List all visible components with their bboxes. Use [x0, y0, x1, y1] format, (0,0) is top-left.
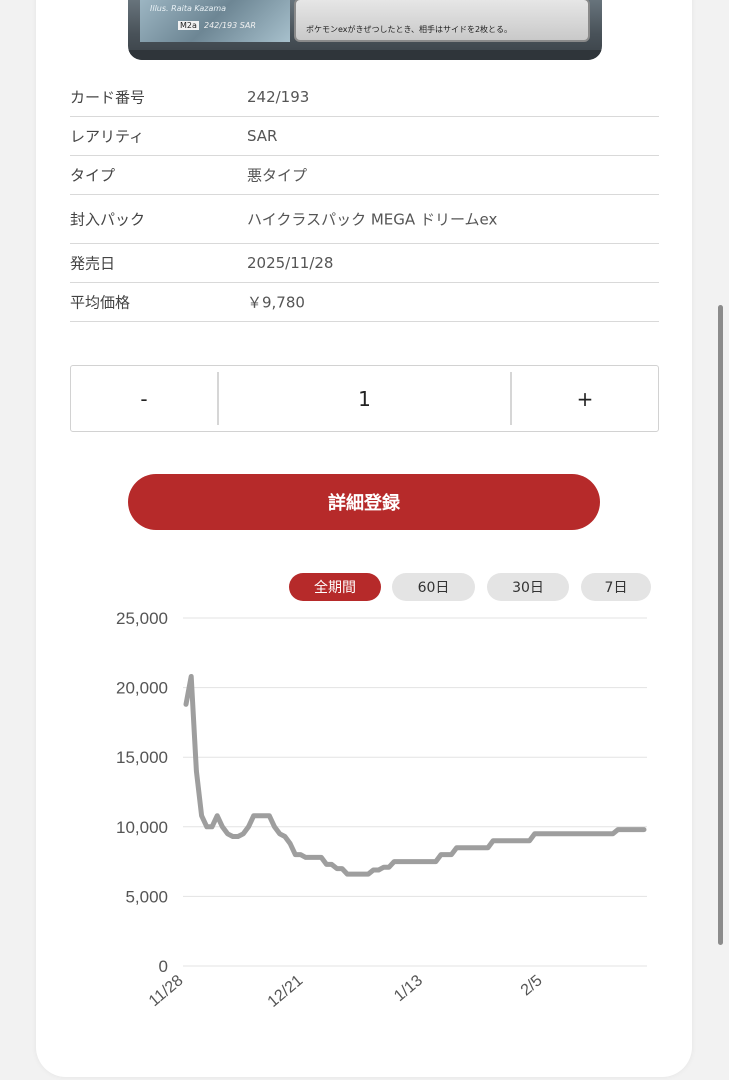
x-tick-label: 11/28: [146, 972, 187, 1010]
price-line: [183, 674, 647, 877]
x-tick-label: 2/5: [518, 972, 546, 999]
y-tick-label: 15,000: [116, 748, 168, 767]
x-tick-label: 1/13: [391, 972, 426, 1005]
y-tick-label: 25,000: [116, 609, 168, 628]
y-tick-label: 10,000: [116, 818, 168, 837]
y-tick-label: 5,000: [125, 887, 168, 906]
y-tick-label: 0: [159, 957, 168, 976]
price-history-chart: 0 5,000 10,000 15,000 20,000 25,000 11/28 12/21…: [116, 609, 647, 1011]
x-tick-label: 12/21: [265, 972, 307, 1011]
y-tick-label: 20,000: [116, 679, 168, 698]
